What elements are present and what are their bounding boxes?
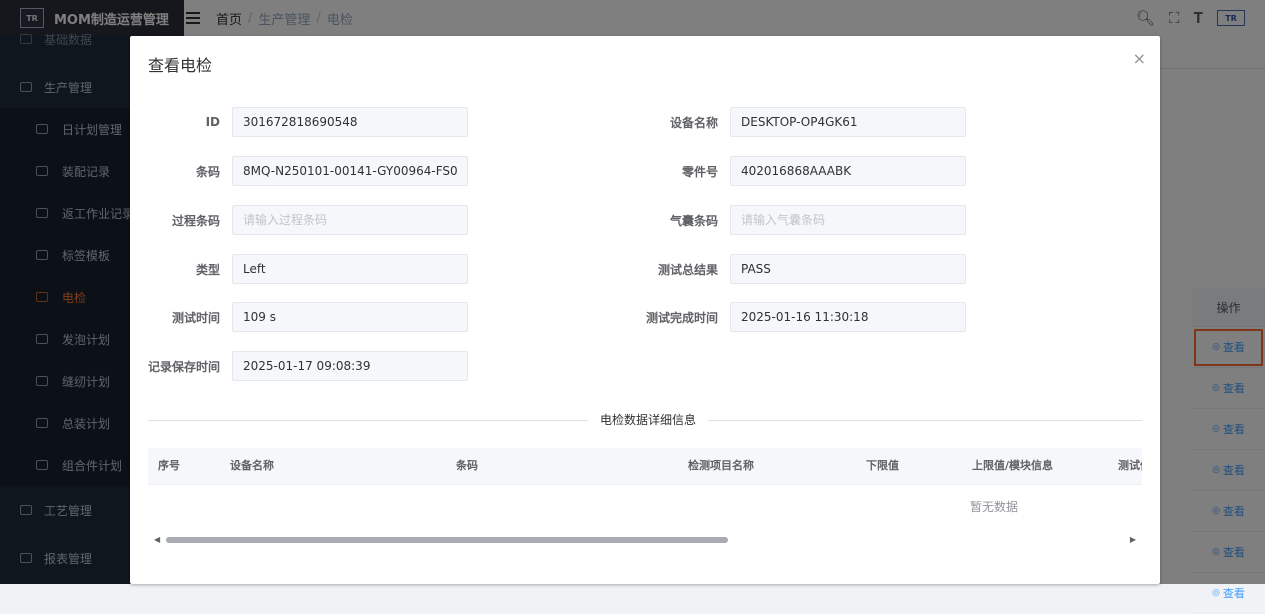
finish-time-input[interactable] — [730, 302, 966, 332]
total-result-input[interactable] — [730, 254, 966, 284]
view-electrical-check-dialog: 查看电检 × ID 条码 过程条码 类型 测试时间 记录保存时间 设备 — [130, 36, 1160, 584]
column-header: 序号 — [158, 459, 180, 472]
type-input[interactable] — [232, 254, 468, 284]
device-name-input[interactable] — [730, 107, 966, 137]
eye-icon: ◎ — [1212, 588, 1220, 598]
field-part-number: 零件号 — [640, 155, 966, 187]
field-label: 过程条码 — [171, 213, 220, 228]
field-id: ID — [142, 106, 468, 138]
field-label: 条码 — [195, 164, 220, 179]
column-header: 上限值/模块信息 — [972, 459, 1054, 472]
column-header: 条码 — [456, 459, 478, 472]
field-label: ID — [205, 115, 220, 129]
field-save-time: 记录保存时间 — [142, 350, 468, 382]
column-header: 测试值 — [1118, 459, 1142, 472]
empty-text: 暂无数据 — [970, 499, 1019, 514]
field-airbag-code: 气囊条码 — [640, 204, 966, 236]
airbag-code-input[interactable] — [730, 205, 966, 235]
column-header: 检测项目名称 — [688, 459, 754, 472]
save-time-input[interactable] — [232, 351, 468, 381]
empty-state: 暂无数据 — [148, 484, 1142, 528]
field-total-result: 测试总结果 — [640, 253, 966, 285]
scrollbar-track[interactable] — [166, 537, 1124, 543]
field-device-name: 设备名称 — [640, 106, 966, 138]
test-time-input[interactable] — [232, 302, 468, 332]
id-input[interactable] — [232, 107, 468, 137]
field-label: 测试完成时间 — [645, 310, 718, 325]
field-finish-time: 测试完成时间 — [640, 301, 966, 333]
scrollbar-thumb[interactable] — [166, 537, 728, 543]
process-code-input[interactable] — [232, 205, 468, 235]
field-label: 气囊条码 — [669, 213, 718, 228]
scroll-right-icon[interactable]: ▶ — [1130, 534, 1136, 546]
detail-table: 序号 设备名称 条码 检测项目名称 下限值 上限值/模块信息 测试值 暂无数据 … — [148, 448, 1142, 548]
field-type: 类型 — [142, 253, 468, 285]
dialog-title: 查看电检 — [148, 56, 213, 75]
detail-table-header: 序号 设备名称 条码 检测项目名称 下限值 上限值/模块信息 测试值 — [148, 448, 1142, 485]
section-divider-title: 电检数据详细信息 — [588, 411, 709, 428]
close-icon[interactable]: × — [1133, 51, 1146, 67]
field-label: 类型 — [195, 262, 220, 277]
column-header: 设备名称 — [230, 459, 274, 472]
barcode-input[interactable] — [232, 156, 468, 186]
horizontal-scrollbar[interactable]: ◀ ▶ — [148, 534, 1142, 546]
field-label: 设备名称 — [669, 115, 718, 130]
field-process-code: 过程条码 — [142, 204, 468, 236]
app-root: TR MOM制造运营管理 基础数据 生产管理 日计划管理 装配记录 返工 — [0, 0, 1265, 614]
field-label: 测试总结果 — [657, 262, 718, 277]
field-label: 零件号 — [681, 164, 718, 179]
field-label: 记录保存时间 — [147, 359, 220, 374]
scroll-left-icon[interactable]: ◀ — [154, 534, 160, 546]
field-barcode: 条码 — [142, 155, 468, 187]
field-test-time: 测试时间 — [142, 301, 468, 333]
part-number-input[interactable] — [730, 156, 966, 186]
column-header: 下限值 — [866, 459, 899, 472]
field-label: 测试时间 — [171, 310, 220, 325]
